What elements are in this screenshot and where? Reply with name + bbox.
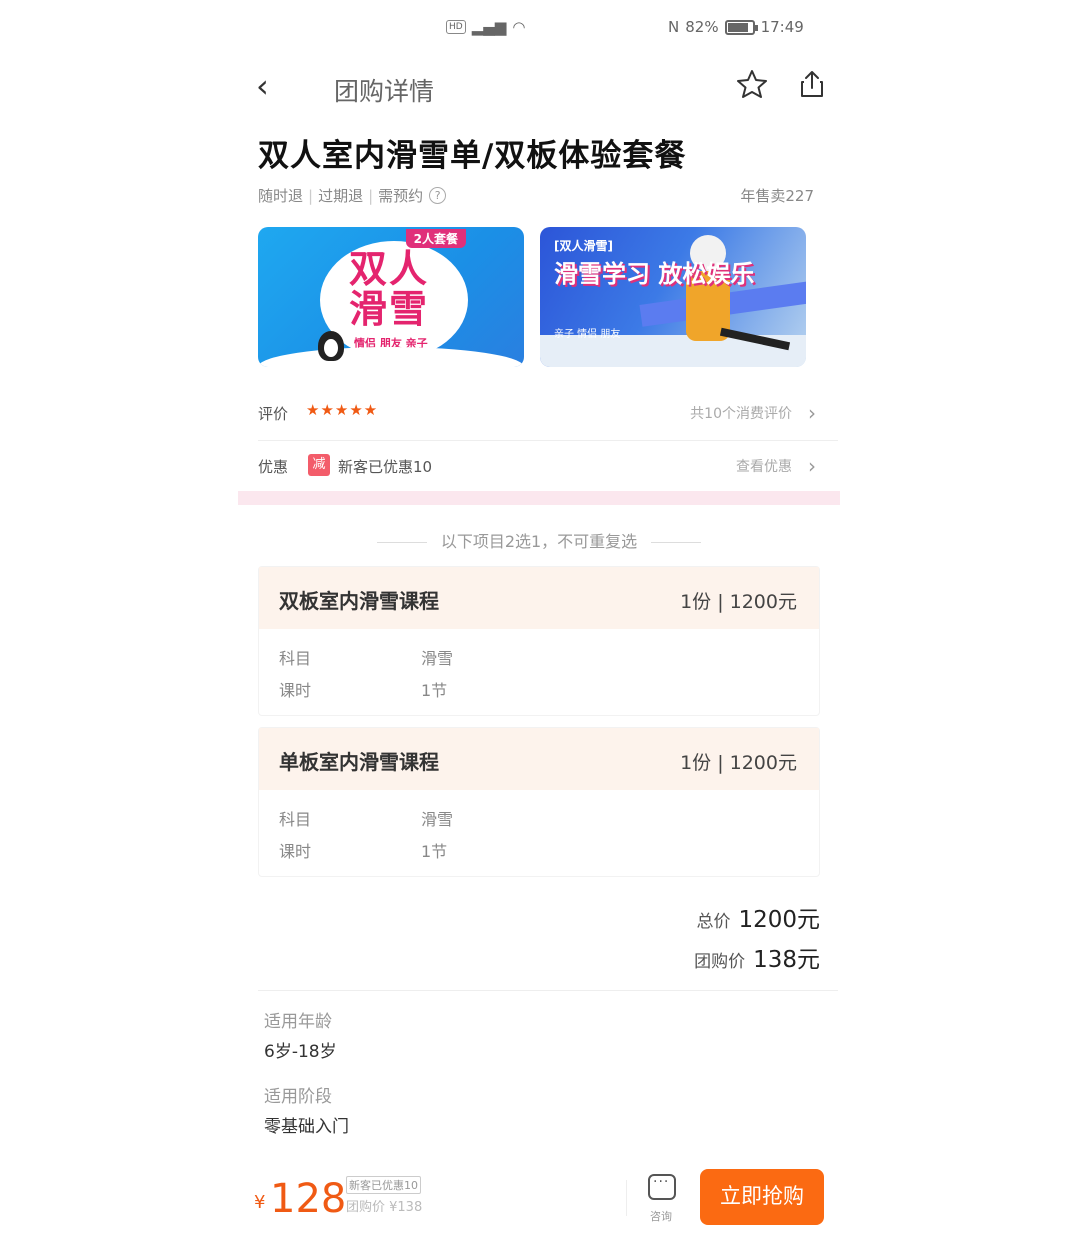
package-row-value: 滑雪 [421, 649, 454, 668]
tag-reservation: 需预约 [378, 187, 424, 205]
tag-separator: | [308, 186, 314, 205]
group-label: 团购价 [694, 952, 746, 972]
discount-tag: 新客已优惠10 [346, 1176, 421, 1194]
view-discount-link[interactable]: 查看优惠 [736, 456, 792, 476]
package-header: 单板室内滑雪课程 1份 | 1200元 [259, 728, 819, 790]
package-card[interactable]: 单板室内滑雪课程 1份 | 1200元 科目 滑雪 课时 1节 [258, 727, 820, 877]
banner-snow [258, 347, 524, 367]
bottom-bar: ¥ 128 新客已优惠10 团购价 ¥138 咨询 立即抢购 [238, 1162, 840, 1234]
info-age-value: 6岁-18岁 [264, 1042, 337, 1062]
back-icon[interactable]: ‹ [256, 70, 269, 102]
buy-now-button[interactable]: 立即抢购 [700, 1169, 824, 1225]
product-title: 双人室内滑雪单/双板体验套餐 [258, 138, 687, 174]
group-value: 138元 [753, 947, 820, 973]
package-row-key: 科目 [279, 810, 312, 829]
status-left: HD ▂▄▆ ◠ [446, 18, 525, 36]
tag-refund-expired: 过期退 [318, 187, 364, 205]
chevron-right-icon: › [808, 454, 816, 478]
reduce-badge: 减 [308, 454, 330, 476]
package-row-key: 科目 [279, 649, 312, 668]
package-row-key: 课时 [279, 681, 312, 700]
total-price: 总价 1200元 [696, 900, 820, 934]
total-label: 总价 [696, 912, 731, 932]
status-bar: HD ▂▄▆ ◠ N 82% 17:49 [238, 14, 840, 44]
signal-icon: ▂▄▆ [471, 18, 507, 36]
package-name: 单板室内滑雪课程 [279, 750, 439, 774]
section-divider [238, 491, 840, 505]
discount-label: 优惠 [258, 458, 289, 476]
banner-image-1[interactable]: 2人套餐 双人滑雪 情侣 朋友 亲子 [258, 227, 524, 367]
info-age-label: 适用年龄 [264, 1012, 332, 1032]
penguin-icon [318, 331, 344, 361]
package-card[interactable]: 双板室内滑雪课程 1份 | 1200元 科目 滑雪 课时 1节 [258, 566, 820, 716]
original-price: 团购价 ¥138 [346, 1200, 423, 1215]
top-nav: ‹ 团购详情 [238, 62, 840, 116]
status-right: N 82% 17:49 [668, 18, 804, 36]
final-price: 128 [270, 1176, 347, 1222]
tag-separator: | [368, 186, 374, 205]
chat-icon[interactable] [648, 1174, 676, 1200]
share-icon[interactable] [796, 68, 828, 100]
nfc-icon: N [668, 18, 680, 36]
banner-image-2[interactable]: [双人滑雪] 滑雪学习 放松娱乐 亲子 情侣 朋友 [540, 227, 806, 367]
info-stage-value: 零基础入门 [264, 1117, 349, 1137]
rating-label: 评价 [258, 405, 289, 423]
total-value: 1200元 [738, 907, 820, 933]
chevron-right-icon: › [808, 401, 816, 425]
banner-title: 双人滑雪 [348, 247, 429, 331]
hd-icon: HD [446, 20, 466, 34]
rating-stars: ★★★★★ [306, 401, 379, 419]
tag-refund-anytime: 随时退 [258, 187, 304, 205]
package-header: 双板室内滑雪课程 1份 | 1200元 [259, 567, 819, 629]
product-tags: 随时退 | 过期退 | 需预约 ? [258, 185, 447, 206]
annual-sales: 年售卖227 [740, 187, 814, 205]
app-screen: HD ▂▄▆ ◠ N 82% 17:49 ‹ 团购详情 双人室内滑雪单/双板体验… [238, 0, 840, 1253]
battery-percent: 82% [685, 18, 719, 36]
package-row-value: 1节 [421, 842, 448, 861]
banner-badge: 2人套餐 [405, 229, 466, 248]
favorite-star-icon[interactable] [736, 68, 768, 100]
review-link[interactable]: 共10个消费评价 [690, 403, 792, 423]
divider [258, 990, 838, 991]
package-row-value: 1节 [421, 681, 448, 700]
currency-symbol: ¥ [254, 1192, 266, 1213]
rating-row[interactable]: 评价 ★★★★★ 共10个消费评价 › [258, 387, 838, 439]
info-stage-label: 适用阶段 [264, 1087, 332, 1107]
package-body: 科目 滑雪 课时 1节 [259, 629, 819, 717]
banner-tag: [双人滑雪] [554, 239, 613, 253]
battery-icon [724, 19, 758, 35]
banner-title: 滑雪学习 放松娱乐 [554, 260, 755, 288]
choice-notice: 以下项目2选1，不可重复选 [238, 528, 840, 552]
package-row-key: 课时 [279, 842, 312, 861]
discount-text: 新客已优惠10 [338, 458, 433, 476]
clock: 17:49 [760, 18, 804, 36]
package-price: 1份 | 1200元 [680, 591, 797, 613]
wifi-icon: ◠ [512, 18, 526, 36]
banner-subtitle: 亲子 情侣 朋友 [554, 329, 621, 340]
package-row-value: 滑雪 [421, 810, 454, 829]
help-icon[interactable]: ? [429, 187, 447, 204]
package-name: 双板室内滑雪课程 [279, 589, 439, 613]
discount-row[interactable]: 优惠 减 新客已优惠10 查看优惠 › [258, 440, 838, 492]
divider [626, 1180, 627, 1216]
group-price: 团购价 138元 [694, 940, 820, 974]
package-price: 1份 | 1200元 [680, 752, 797, 774]
page-title: 团购详情 [334, 77, 435, 106]
package-body: 科目 滑雪 课时 1节 [259, 790, 819, 878]
consult-label[interactable]: 咨询 [650, 1208, 672, 1224]
